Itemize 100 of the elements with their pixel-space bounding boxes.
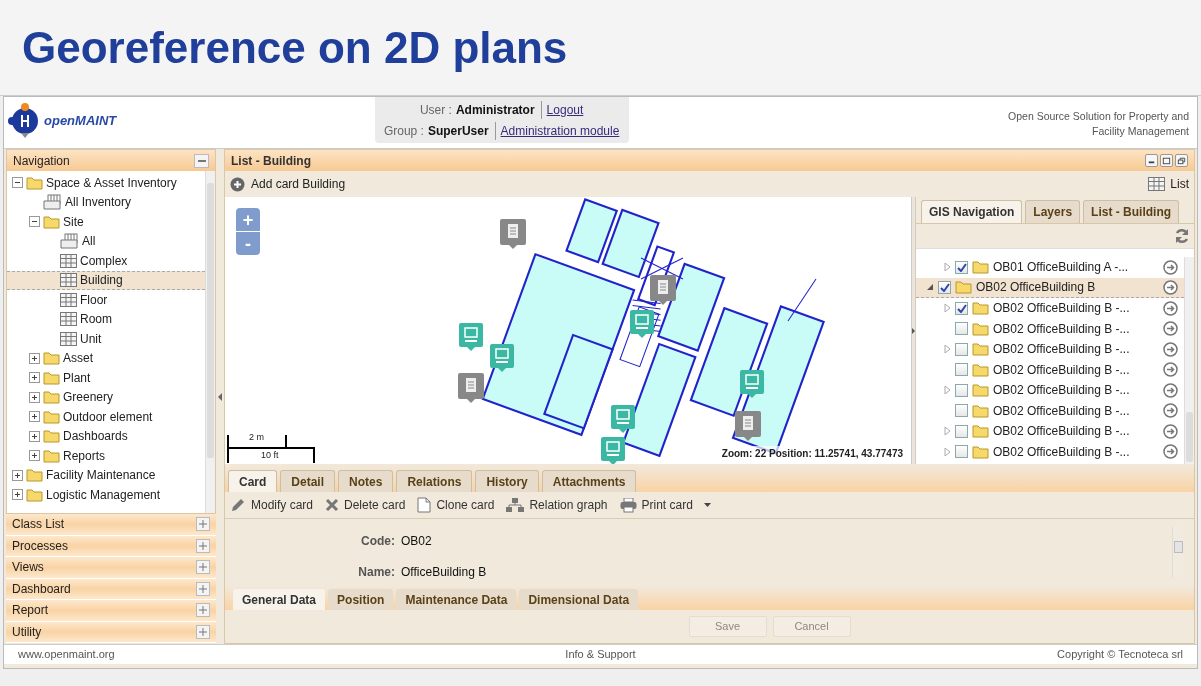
toolbar-button[interactable]: Relation graph bbox=[506, 496, 608, 514]
tree-item[interactable]: Complex bbox=[7, 251, 205, 271]
tree-item[interactable]: OB02 OfficeBuilding B -... bbox=[916, 380, 1184, 401]
toolbar-button[interactable]: Modify card bbox=[230, 496, 314, 514]
checkbox[interactable] bbox=[955, 363, 968, 377]
scrollbar[interactable] bbox=[1184, 257, 1194, 464]
maximize-button[interactable] bbox=[1160, 154, 1173, 167]
collapse-button[interactable] bbox=[194, 153, 209, 168]
tab[interactable]: Relations bbox=[396, 470, 473, 492]
checkbox[interactable] bbox=[955, 424, 968, 438]
accordion-header[interactable]: Views bbox=[6, 557, 216, 579]
folder-icon bbox=[43, 351, 60, 366]
tree-item[interactable]: Greenery bbox=[7, 387, 205, 407]
administration-link[interactable]: Administration module bbox=[494, 121, 620, 140]
map-position-readout: Zoom: 22 Position: 11.25741, 43.77473 bbox=[721, 446, 903, 461]
refresh-button[interactable] bbox=[1174, 228, 1190, 244]
tree-item[interactable]: Building bbox=[7, 270, 205, 290]
tree-item[interactable]: All bbox=[7, 231, 205, 251]
website-link[interactable]: www.openmaint.org bbox=[18, 646, 318, 663]
scrollbar[interactable] bbox=[205, 171, 215, 513]
checkbox[interactable] bbox=[955, 383, 968, 397]
scale-label: 2 m bbox=[249, 433, 264, 442]
caret-icon bbox=[703, 503, 711, 507]
folder-icon bbox=[26, 468, 43, 483]
printer-icon bbox=[619, 497, 637, 513]
accordion-header[interactable]: Processes bbox=[6, 535, 216, 557]
accordion-header[interactable]: Report bbox=[6, 600, 216, 622]
tab[interactable]: Notes bbox=[338, 470, 394, 492]
tab[interactable]: Layers bbox=[1025, 200, 1081, 223]
tree-item[interactable]: Plant bbox=[7, 368, 205, 388]
tab[interactable]: List - Building bbox=[1083, 200, 1180, 223]
tree-item[interactable]: OB02 OfficeBuilding B -... bbox=[916, 339, 1184, 360]
group-name: SuperUser bbox=[427, 122, 489, 140]
tree-item[interactable]: OB02 OfficeBuilding B -... bbox=[916, 400, 1184, 421]
checkbox[interactable] bbox=[955, 404, 968, 418]
checkbox[interactable] bbox=[955, 445, 968, 459]
tree-item[interactable]: Reports bbox=[7, 446, 205, 466]
table-icon bbox=[60, 312, 77, 327]
check-icon bbox=[956, 303, 967, 313]
tree-item[interactable]: Logistic Management bbox=[7, 485, 205, 505]
tree-item[interactable]: Site bbox=[7, 212, 205, 232]
tree-item[interactable]: Space & Asset Inventory bbox=[7, 173, 205, 193]
tab[interactable]: History bbox=[475, 470, 539, 492]
tree-item[interactable]: OB02 OfficeBuilding B -... bbox=[916, 298, 1184, 319]
accordion-header[interactable]: Class List bbox=[6, 514, 216, 536]
accordion-header[interactable]: Dashboard bbox=[6, 578, 216, 600]
tree-item[interactable]: All Inventory bbox=[7, 192, 205, 212]
tree-item[interactable]: Facility Maintenance bbox=[7, 465, 205, 485]
tree-item[interactable]: Room bbox=[7, 309, 205, 329]
tree-item[interactable]: OB01 OfficeBuilding A -... bbox=[916, 257, 1184, 278]
minimize-button[interactable] bbox=[1145, 154, 1158, 167]
tab[interactable]: GIS Navigation bbox=[921, 200, 1023, 223]
tree-item[interactable]: OB02 OfficeBuilding B -... bbox=[916, 318, 1184, 339]
panel-title: List - Building bbox=[231, 152, 311, 170]
slide-title: Georeference on 2D plans bbox=[22, 25, 568, 70]
toolbar-button[interactable]: Print card bbox=[619, 496, 711, 514]
tree-item[interactable]: Outdoor element bbox=[7, 407, 205, 427]
tab[interactable]: Dimensional Data bbox=[519, 589, 639, 610]
restore-icon bbox=[1176, 155, 1187, 166]
tree-item[interactable]: OB02 OfficeBuilding B -... bbox=[916, 359, 1184, 380]
checkbox[interactable] bbox=[955, 342, 968, 356]
user-name: Administrator bbox=[455, 101, 535, 119]
computer-marker-icon bbox=[601, 437, 625, 464]
tab[interactable]: Maintenance Data bbox=[396, 589, 517, 610]
info-support-link[interactable]: Info & Support bbox=[565, 646, 636, 663]
checkbox[interactable] bbox=[955, 301, 968, 315]
restore-button[interactable] bbox=[1175, 154, 1188, 167]
tree-item[interactable]: Asset bbox=[7, 348, 205, 368]
table-icon bbox=[1148, 177, 1166, 191]
checkbox[interactable] bbox=[938, 280, 951, 294]
tree-item[interactable]: Floor bbox=[7, 290, 205, 310]
hierarchy-icon bbox=[506, 498, 525, 512]
add-card-button[interactable]: Add card Building bbox=[230, 175, 346, 193]
document-marker-icon bbox=[500, 219, 526, 249]
list-button[interactable]: List bbox=[1148, 175, 1189, 193]
tab[interactable]: General Data bbox=[233, 589, 326, 610]
accordion-header[interactable]: Utility bbox=[6, 621, 216, 643]
checkbox[interactable] bbox=[955, 322, 968, 336]
tab[interactable]: Detail bbox=[280, 470, 336, 492]
toolbar-button[interactable]: Delete card bbox=[325, 496, 406, 514]
arrow-circle-icon bbox=[1163, 259, 1178, 275]
folder-icon bbox=[972, 260, 989, 275]
table-icon bbox=[60, 273, 77, 288]
tree-item[interactable]: OB02 OfficeBuilding B -... bbox=[916, 441, 1184, 462]
tree-item[interactable]: Dashboards bbox=[7, 426, 205, 446]
plus-icon bbox=[196, 517, 210, 532]
checkbox[interactable] bbox=[955, 260, 968, 274]
tab[interactable]: Attachments bbox=[541, 470, 637, 492]
toolbar-button[interactable]: Clone card bbox=[417, 496, 495, 514]
tree-item[interactable]: OB02 OfficeBuilding B -... bbox=[916, 421, 1184, 442]
folder-icon bbox=[972, 301, 989, 316]
tree-item[interactable]: OB02 OfficeBuilding B bbox=[916, 277, 1184, 298]
arrow-circle-icon bbox=[1163, 382, 1178, 398]
refresh-icon bbox=[1174, 228, 1190, 244]
folder-icon bbox=[43, 429, 60, 444]
tree-item[interactable]: Unit bbox=[7, 329, 205, 349]
logout-link[interactable]: Logout bbox=[540, 100, 584, 119]
tab[interactable]: Card bbox=[228, 470, 278, 492]
plus-icon bbox=[196, 624, 210, 639]
tab[interactable]: Position bbox=[328, 589, 394, 610]
